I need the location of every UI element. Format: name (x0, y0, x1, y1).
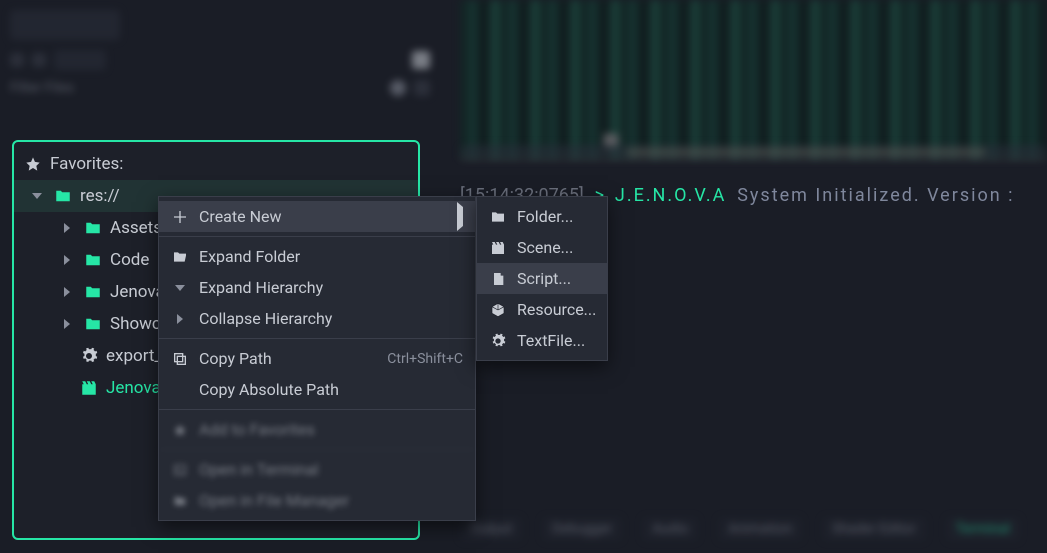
submenu-textfile[interactable]: TextFile... (477, 325, 607, 356)
menu-shortcut: Ctrl+Shift+C (387, 351, 463, 367)
clapperboard-icon (489, 239, 507, 257)
plus-icon (171, 208, 189, 226)
bottom-tab-audio[interactable]: Audio (642, 517, 698, 541)
bottom-tab-shader-editor[interactable]: Shader Editor (822, 517, 925, 541)
folder-open-icon (171, 248, 189, 266)
editor-viewport (460, 0, 1047, 160)
copy-icon (171, 350, 189, 368)
nav-back-icon (10, 53, 24, 67)
menu-separator (159, 236, 475, 237)
folder-icon (489, 208, 507, 226)
gear-icon (80, 347, 98, 365)
tree-item-label: Assets (110, 218, 162, 238)
viewport-scrollbar (460, 145, 1047, 159)
menu-separator (159, 449, 475, 450)
submenu-scene[interactable]: Scene... (477, 232, 607, 263)
chevron-right-icon (457, 207, 463, 226)
menu-label: Folder... (517, 207, 573, 226)
submenu-resource[interactable]: Resource... (477, 294, 607, 325)
submenu-script[interactable]: Script... (477, 263, 607, 294)
chevron-right-icon (58, 283, 76, 301)
menu-label: TextFile... (517, 331, 585, 350)
bottom-tab-terminal[interactable]: Terminal (946, 517, 1020, 541)
menu-label: Open in File Manager (199, 491, 349, 510)
bottom-tab-debugger[interactable]: Debugger (542, 517, 622, 541)
folder-icon (171, 492, 189, 510)
nav-forward-icon (32, 53, 46, 67)
menu-label: Expand Hierarchy (199, 278, 323, 297)
folder-icon (84, 251, 102, 269)
cube-icon (489, 301, 507, 319)
menu-label: Add to Favorites (199, 420, 315, 439)
terminal-message: System Initialized. Version : (737, 185, 1014, 206)
menu-collapse-hierarchy[interactable]: Collapse Hierarchy (159, 303, 475, 334)
favorites-row[interactable]: Favorites: (14, 148, 418, 180)
tree-item-label: Code (110, 250, 149, 270)
bottom-tab-animation[interactable]: Animation (718, 517, 802, 541)
menu-copy-path[interactable]: Copy Path Ctrl+Shift+C (159, 343, 475, 374)
chevron-right-icon (58, 219, 76, 237)
folder-icon (84, 219, 102, 237)
folder-icon (84, 283, 102, 301)
menu-copy-absolute-path[interactable]: Copy Absolute Path (159, 374, 475, 405)
menu-separator (159, 409, 475, 410)
menu-open-file-manager[interactable]: Open in File Manager (159, 485, 475, 516)
menu-open-terminal[interactable]: Open in Terminal (159, 454, 475, 485)
star-icon (24, 155, 42, 173)
chevron-right-icon (58, 315, 76, 333)
gear-icon (489, 332, 507, 350)
chevron-down-icon (171, 279, 189, 297)
create-new-submenu: Folder... Scene... Script... Resource...… (476, 196, 608, 361)
menu-label: Copy Absolute Path (199, 380, 339, 399)
menu-label: Scene... (517, 238, 573, 257)
chevron-right-icon (171, 310, 189, 328)
view-options-icon (414, 80, 430, 96)
favorites-label: Favorites: (50, 154, 123, 174)
menu-label: Resource... (517, 300, 596, 319)
menu-label: Copy Path (199, 349, 272, 368)
chevron-down-icon (28, 187, 46, 205)
filesystem-header: Filter Files (10, 10, 430, 130)
search-icon (390, 80, 406, 96)
filter-files-label: Filter Files (10, 80, 74, 96)
submenu-folder[interactable]: Folder... (477, 201, 607, 232)
star-icon (171, 421, 189, 439)
menu-separator (159, 338, 475, 339)
menu-label: Expand Folder (199, 247, 300, 266)
terminal-system-name: J.E.N.O.V.A (615, 185, 726, 206)
folder-icon (54, 187, 72, 205)
tree-item-label: Jenova (110, 282, 165, 302)
menu-label: Create New (199, 207, 281, 226)
menu-expand-hierarchy[interactable]: Expand Hierarchy (159, 272, 475, 303)
terminal-icon (171, 461, 189, 479)
script-icon (489, 270, 507, 288)
folder-icon (84, 315, 102, 333)
bottom-panel-tabs: Output Debugger Audio Animation Shader E… (460, 517, 1020, 541)
menu-label: Open in Terminal (199, 460, 319, 479)
menu-label: Script... (517, 269, 571, 288)
menu-expand-folder[interactable]: Expand Folder (159, 241, 475, 272)
filesystem-context-menu: Create New Expand Folder Expand Hierarch… (158, 196, 476, 521)
menu-add-to-favorites[interactable]: Add to Favorites (159, 414, 475, 445)
clapperboard-icon (80, 379, 98, 397)
chevron-right-icon (58, 251, 76, 269)
root-folder-label: res:// (80, 186, 120, 206)
menu-label: Collapse Hierarchy (199, 309, 332, 328)
menu-create-new[interactable]: Create New (159, 201, 475, 232)
